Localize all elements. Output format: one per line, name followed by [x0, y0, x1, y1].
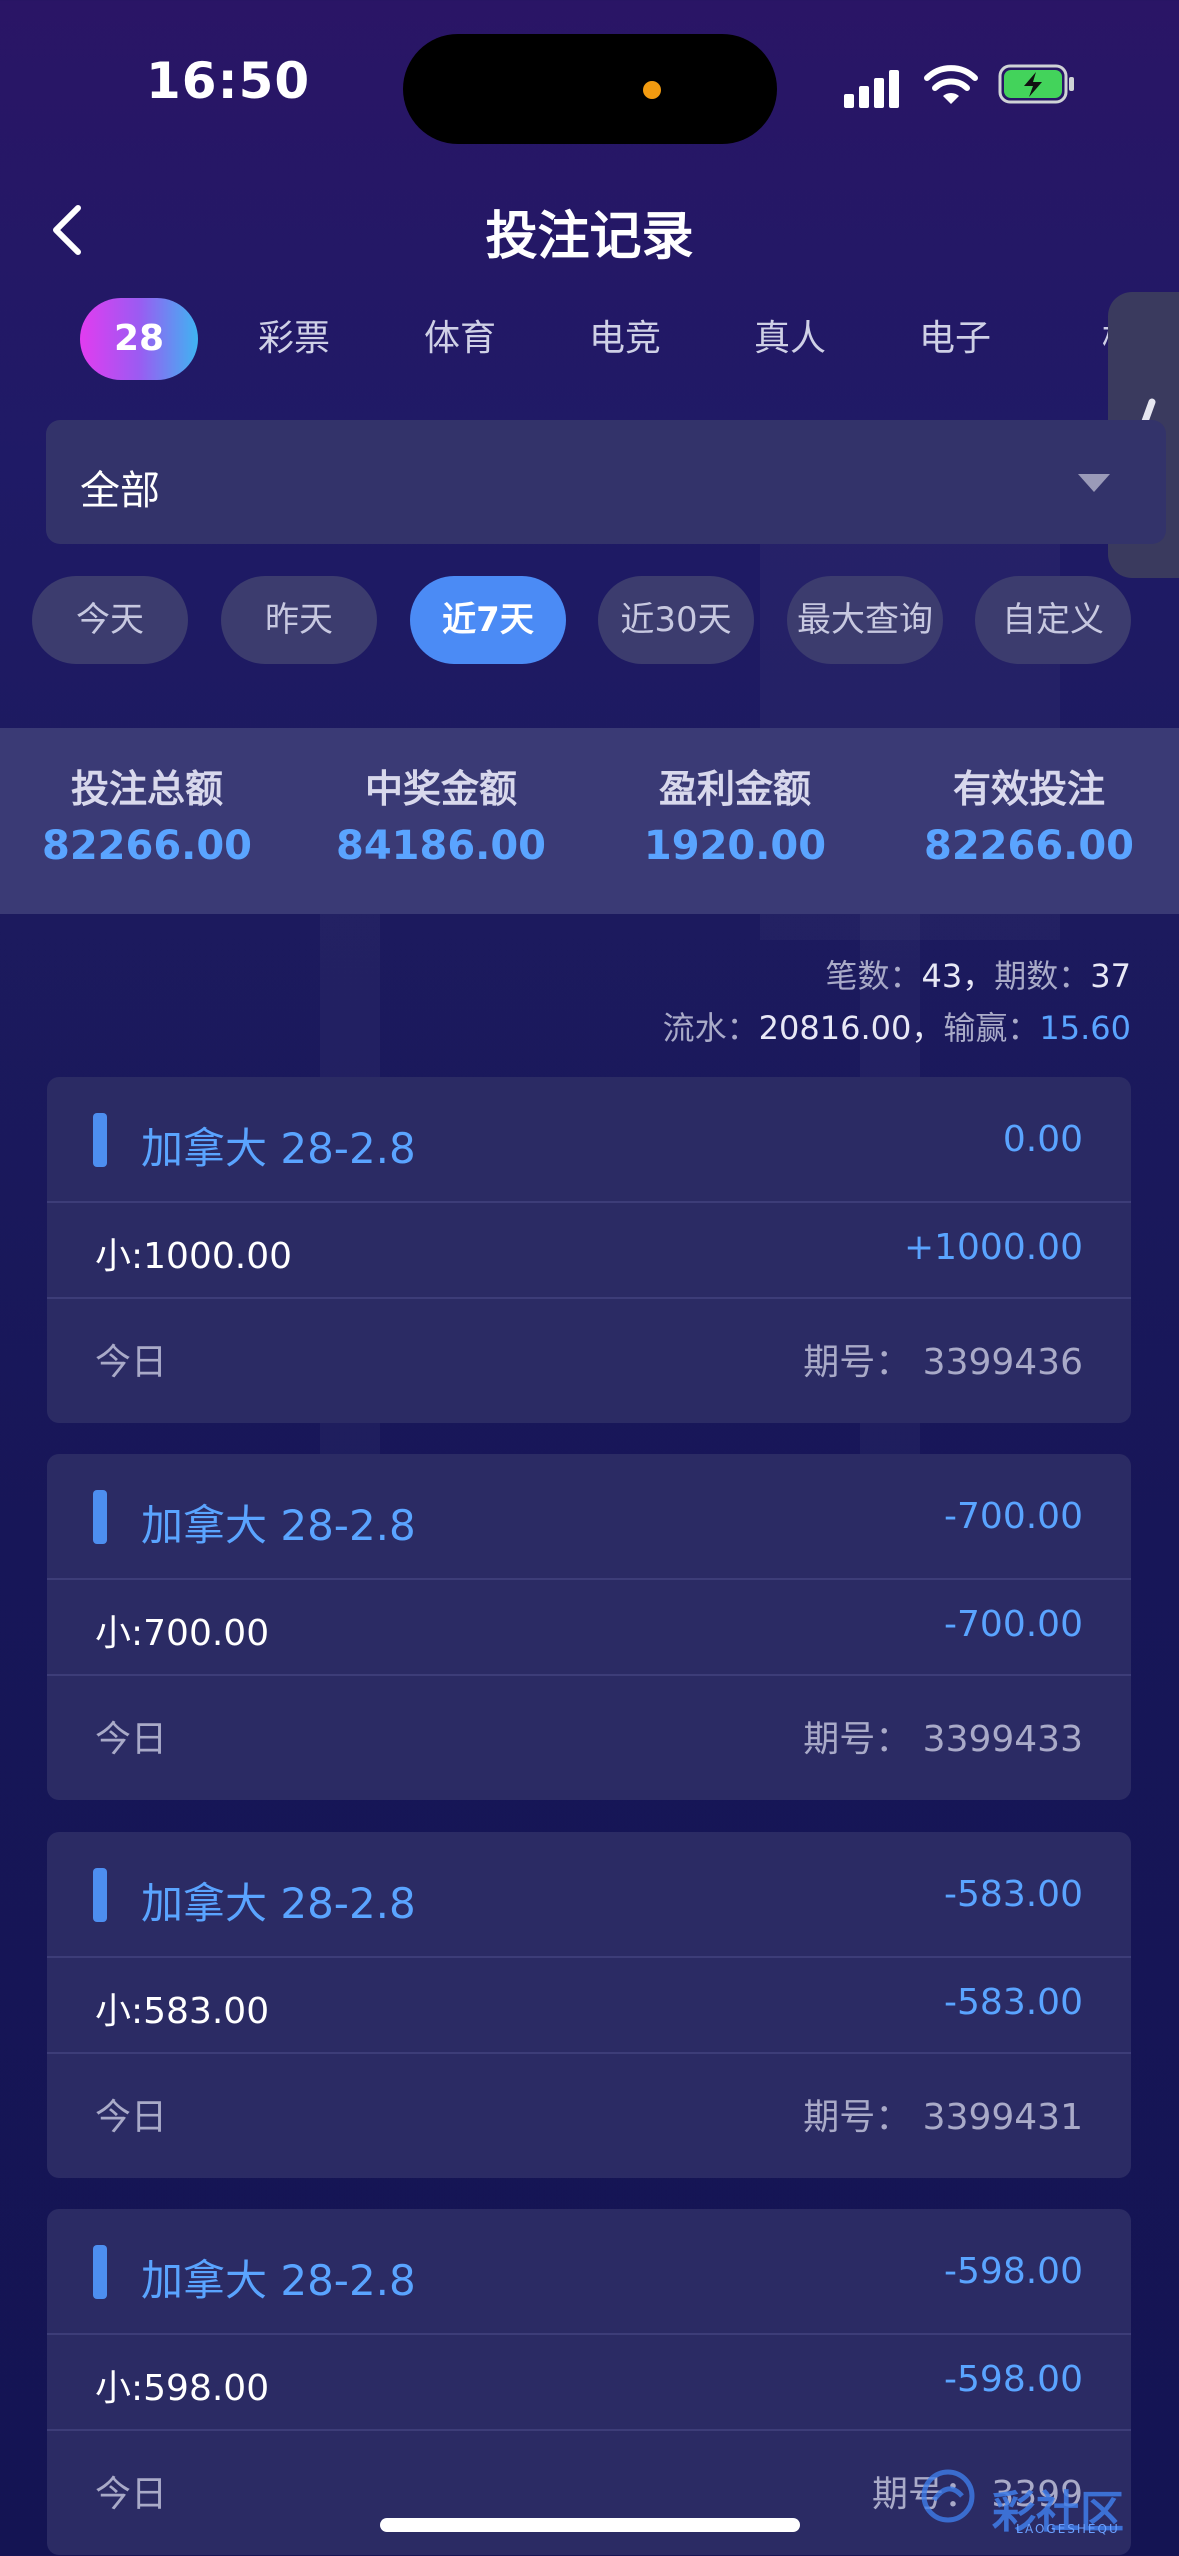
profit-amount: -583.00 [944, 1874, 1083, 1915]
summary-label: 有效投注 [952, 767, 1105, 811]
bet-date: 今日 [95, 1719, 168, 1760]
dragon-logo-icon [921, 2469, 975, 2523]
tab-chess[interactable]: 棋 [1060, 298, 1110, 380]
bet-date: 今日 [95, 2474, 168, 2515]
bet-detail: 小:598.00 [95, 2368, 270, 2409]
watermark-subtext: LAOGESHEQU [1016, 2522, 1120, 2536]
card-bet-row: 小:583.00 -583.00 [47, 1958, 1131, 2054]
game-name: 加拿大 28-2.8 [141, 2256, 416, 2305]
count-label: 笔数： [825, 957, 922, 995]
stats-summary: 笔数：43，期数：37 流水：20816.00，输赢：15.60 [663, 950, 1131, 1054]
category-tabs: 28 彩票 体育 电竞 真人 电子 棋 [0, 290, 1110, 386]
accent-bar [93, 1868, 107, 1922]
summary-value: 82266.00 [41, 823, 253, 869]
card-footer: 今日 期号： 3399436 [47, 1299, 1131, 1423]
tab-lottery[interactable]: 彩票 [234, 298, 354, 380]
bet-record-card[interactable]: 加拿大 28-2.8 0.00 小:1000.00 +1000.00 今日 期号… [47, 1077, 1131, 1423]
bet-detail: 小:700.00 [95, 1613, 270, 1654]
status-bar: 16:50 [0, 0, 1179, 170]
tab-28[interactable]: 28 [80, 298, 198, 380]
card-header: 加拿大 28-2.8 -598.00 [47, 2209, 1131, 2335]
accent-bar [93, 2245, 107, 2299]
tab-sports[interactable]: 体育 [400, 298, 520, 380]
summary-value: 82266.00 [923, 823, 1135, 869]
game-name: 加拿大 28-2.8 [141, 1879, 416, 1928]
summary-total-bet: 投注总额 82266.00 [0, 758, 294, 869]
flow-value: 20816.00 [758, 1009, 912, 1047]
bet-date: 今日 [95, 1342, 168, 1383]
issue-number: 期号： 3399436 [803, 1342, 1083, 1383]
issue-number: 期号： 3399433 [803, 1719, 1083, 1760]
cellular-signal-icon [844, 68, 904, 108]
profit-amount: -700.00 [944, 1496, 1083, 1537]
dynamic-island [403, 34, 777, 144]
tab-live[interactable]: 真人 [730, 298, 850, 380]
summary-profit: 盈利金额 1920.00 [588, 758, 882, 869]
stats-line-1: 笔数：43，期数：37 [663, 950, 1131, 1002]
summary-win-amount: 中奖金额 84186.00 [294, 758, 588, 869]
periods-label: 期数： [994, 957, 1091, 995]
game-name: 加拿大 28-2.8 [141, 1124, 416, 1173]
count-value: 43 [921, 957, 963, 995]
type-filter-dropdown[interactable]: 全部 [46, 420, 1166, 544]
summary-value: 84186.00 [335, 823, 547, 869]
stats-line-2: 流水：20816.00，输赢：15.60 [663, 1002, 1131, 1054]
bet-result: -598.00 [944, 2359, 1083, 2400]
status-time: 16:50 [146, 52, 311, 110]
flow-label: 流水： [662, 1009, 759, 1047]
bet-date: 今日 [95, 2097, 168, 2138]
caret-down-icon [1078, 474, 1110, 492]
profit-amount: 0.00 [1002, 1119, 1083, 1160]
home-indicator[interactable] [380, 2518, 800, 2532]
recording-indicator-icon [643, 81, 661, 99]
bet-detail: 小:583.00 [95, 1991, 270, 2032]
separator: ， [962, 957, 995, 995]
separator: ， [911, 1009, 944, 1047]
card-footer: 今日 期号： 3399433 [47, 1676, 1131, 1800]
battery-charging-icon [998, 64, 1074, 104]
profit-amount: -598.00 [944, 2251, 1083, 2292]
card-header: 加拿大 28-2.8 -583.00 [47, 1832, 1131, 1958]
range-max-query[interactable]: 最大查询 [787, 576, 943, 664]
accent-bar [93, 1490, 107, 1544]
winloss-value: 15.60 [1039, 1009, 1131, 1047]
page-title: 投注记录 [485, 207, 694, 267]
range-custom[interactable]: 自定义 [975, 576, 1131, 664]
bet-result: -583.00 [944, 1982, 1083, 2023]
card-bet-row: 小:598.00 -598.00 [47, 2335, 1131, 2431]
card-header: 加拿大 28-2.8 -700.00 [47, 1454, 1131, 1580]
card-bet-row: 小:700.00 -700.00 [47, 1580, 1131, 1676]
dropdown-selected-value: 全部 [80, 468, 160, 514]
winloss-label: 输赢： [943, 1009, 1040, 1047]
wifi-icon [924, 65, 978, 104]
accent-bar [93, 1113, 107, 1167]
periods-value: 37 [1090, 957, 1131, 995]
bet-detail: 小:1000.00 [95, 1236, 292, 1277]
game-name: 加拿大 28-2.8 [141, 1501, 416, 1550]
bet-result: -700.00 [944, 1604, 1083, 1645]
summary-label: 中奖金额 [364, 767, 517, 811]
range-7-days[interactable]: 近7天 [410, 576, 566, 664]
card-header: 加拿大 28-2.8 0.00 [47, 1077, 1131, 1203]
issue-number: 期号： 3399431 [803, 2097, 1083, 2138]
range-30-days[interactable]: 近30天 [598, 576, 754, 664]
date-range-selector: 今天 昨天 近7天 近30天 最大查询 自定义 [0, 576, 1179, 666]
card-bet-row: 小:1000.00 +1000.00 [47, 1203, 1131, 1299]
range-today[interactable]: 今天 [32, 576, 188, 664]
tab-slots[interactable]: 电子 [895, 298, 1015, 380]
watermark-logo: 彩社区 LAOGESHEQU [918, 2456, 1168, 2538]
summary-valid-bet: 有效投注 82266.00 [882, 758, 1176, 869]
nav-header: 投注记录 [0, 180, 1179, 280]
bet-result: +1000.00 [903, 1227, 1083, 1268]
bet-record-card[interactable]: 加拿大 28-2.8 -583.00 小:583.00 -583.00 今日 期… [47, 1832, 1131, 2178]
bet-record-card[interactable]: 加拿大 28-2.8 -700.00 小:700.00 -700.00 今日 期… [47, 1454, 1131, 1800]
summary-panel: 投注总额 82266.00 中奖金额 84186.00 盈利金额 1920.00… [0, 728, 1179, 914]
summary-label: 盈利金额 [658, 767, 811, 811]
range-yesterday[interactable]: 昨天 [221, 576, 377, 664]
summary-label: 投注总额 [70, 767, 223, 811]
tab-esports[interactable]: 电竞 [565, 298, 685, 380]
card-footer: 今日 期号： 3399431 [47, 2054, 1131, 2178]
summary-value: 1920.00 [643, 823, 827, 869]
